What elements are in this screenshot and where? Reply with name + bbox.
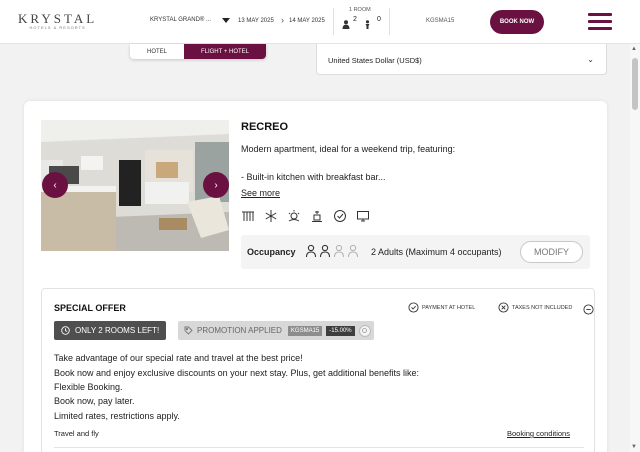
occupancy-panel: Occupancy 2 Adults (Maximum 4 occupants)… [241,235,590,269]
booking-type-toggle: HOTEL FLIGHT + HOTEL [130,44,266,59]
chevron-down-icon: ⌄ [587,55,594,64]
offer-text-line: Limited rates, restrictions apply. [54,411,180,421]
amenity-icons [241,209,370,223]
rooms-left-label: ONLY 2 ROOMS LEFT! [75,326,160,335]
previous-photo-button[interactable]: ‹ [42,172,68,198]
rooms-left-badge: ONLY 2 ROOMS LEFT! [54,321,167,340]
collapse-offer-icon[interactable] [583,302,594,320]
offer-text-line: Take advantage of our special rate and t… [54,353,303,363]
room-title: RECREO [241,121,289,133]
check-out-date[interactable]: 14 MAY 2025 [289,18,325,24]
child-icon [364,16,371,34]
header-divider [333,8,334,35]
taxes-not-included-badge: TAXES NOT INCLUDED [498,302,572,313]
close-circle-icon [498,302,509,313]
krystal-logo[interactable]: KRYSTAL HOTELS & RESORTS [18,12,97,31]
promotion-applied-label: PROMOTION APPLIED [197,326,282,335]
promo-code-tag: KGSMA15 [287,325,323,336]
tag-icon [184,326,193,335]
special-offer-card: SPECIAL OFFER PAYMENT AT HOTEL TAXES NOT… [41,288,595,452]
payment-at-hotel-badge: PAYMENT AT HOTEL [408,302,475,313]
occupant-empty-icon [347,244,359,263]
offer-text-line: Flexible Booking. [54,382,123,392]
check-in-date[interactable]: 13 MAY 2025 [238,18,274,24]
hotel-dropdown-caret-icon[interactable] [222,18,230,23]
booking-conditions-link[interactable]: Booking conditions [507,429,570,438]
promo-code-field[interactable]: KGSMA15 [426,18,454,24]
logo-tagline: HOTELS & RESORTS [29,25,86,30]
taxes-not-included-label: TAXES NOT INCLUDED [512,304,573,311]
promotion-applied-badge: PROMOTION APPLIED KGSMA15 -15.00% [178,321,374,340]
see-more-link[interactable]: See more [241,188,280,198]
rooms-count[interactable]: 1 ROOM [349,7,371,13]
offer-category-label: Travel and fly [54,429,99,438]
page-scrollbar[interactable]: ▲ ▼ [630,44,640,452]
tab-flight-hotel[interactable]: FLIGHT + HOTEL [184,44,266,59]
promo-discount-tag: -15.00% [326,325,355,336]
header-divider [389,8,390,35]
occupancy-icons [305,244,359,263]
clock-icon [61,326,70,335]
currency-value: United States Dollar (USD$) [328,56,422,65]
scroll-down-arrow-icon[interactable]: ▼ [631,444,637,450]
room-description: Modern apartment, ideal for a weekend tr… [241,144,456,154]
modify-occupancy-button[interactable]: MODIFY [520,241,583,263]
scroll-up-arrow-icon[interactable]: ▲ [631,46,637,52]
occupant-empty-icon [333,244,345,263]
date-arrow-icon: › [281,15,284,25]
check-badge-icon [333,209,347,223]
offer-title: SPECIAL OFFER [54,303,126,313]
logo-wordmark: KRYSTAL [18,11,98,26]
adult-icon [342,16,350,34]
book-now-button[interactable]: BOOK NOW [490,10,544,34]
room-description-item: - Built-in kitchen with breakfast bar... [241,172,386,182]
currency-select[interactable]: United States Dollar (USD$) ⌄ [316,44,607,75]
room-photo[interactable]: ‹ › [41,120,229,251]
payment-at-hotel-label: PAYMENT AT HOTEL [422,304,476,311]
promo-info-icon[interactable] [358,324,371,337]
offer-text-line: Book now and enjoy exclusive discounts o… [54,368,420,378]
occupancy-label: Occupancy [247,247,296,257]
payment-badge-icon [408,302,419,313]
hotel-selector[interactable]: KRYSTAL GRAND® ... [150,17,211,23]
adults-count[interactable]: 2 [353,16,357,23]
occupant-filled-icon [319,244,331,263]
room-card: ‹ › RECREO Modern apartment, ideal for a… [24,101,607,452]
children-count[interactable]: 0 [377,16,381,23]
offer-divider [54,447,584,448]
scroll-thumb[interactable] [632,58,638,110]
coffee-maker-icon [310,209,324,223]
tv-icon [356,209,370,223]
offer-text-line: Book now, pay later. [54,396,135,406]
occupant-filled-icon [305,244,317,263]
air-conditioning-icon [264,209,278,223]
weather-icon [287,209,301,223]
next-photo-button[interactable]: › [203,172,229,198]
hamburger-menu-icon[interactable] [588,13,612,31]
top-header: KRYSTAL HOTELS & RESORTS KRYSTAL GRAND® … [0,0,640,44]
occupancy-text: 2 Adults (Maximum 4 occupants) [371,247,502,257]
tab-hotel[interactable]: HOTEL [130,44,184,59]
heater-icon [241,209,255,223]
